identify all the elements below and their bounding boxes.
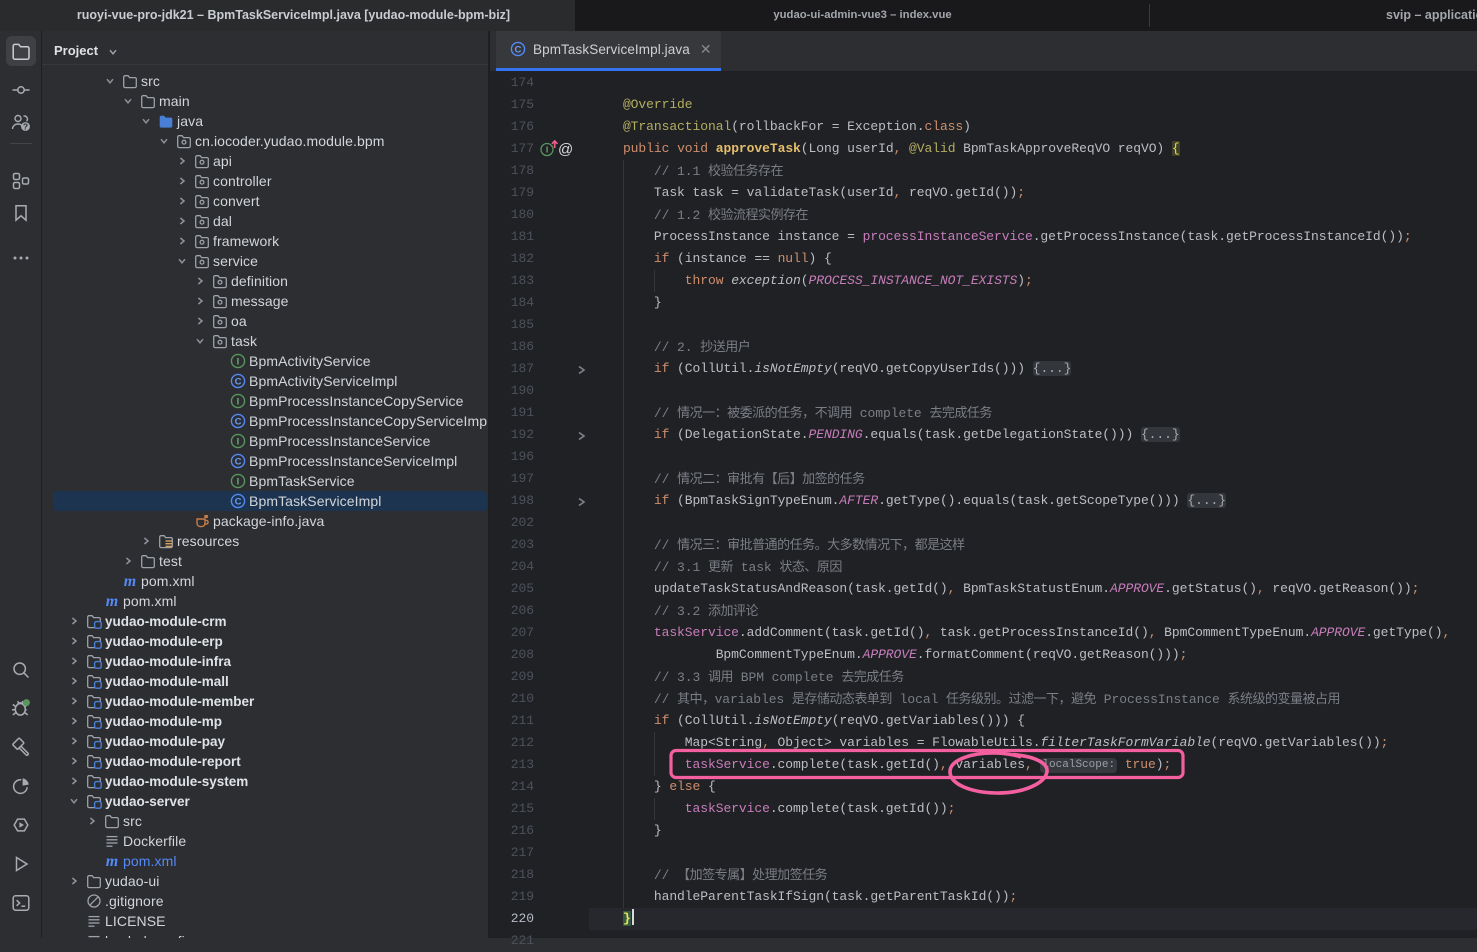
svg-text:C: C <box>515 44 522 55</box>
svg-text:I: I <box>237 476 240 487</box>
svg-text:C: C <box>235 456 242 467</box>
svg-text:C: C <box>235 376 242 387</box>
svg-text:m: m <box>106 593 118 609</box>
svg-text:m: m <box>106 853 118 869</box>
svg-text:C: C <box>235 496 242 507</box>
svg-text:I: I <box>237 356 240 367</box>
svg-text:m: m <box>124 573 136 589</box>
svg-text:?: ? <box>23 122 28 132</box>
svg-text:I: I <box>237 396 240 407</box>
svg-text:I: I <box>546 145 548 155</box>
svg-text:I: I <box>237 436 240 447</box>
svg-text:C: C <box>235 416 242 427</box>
